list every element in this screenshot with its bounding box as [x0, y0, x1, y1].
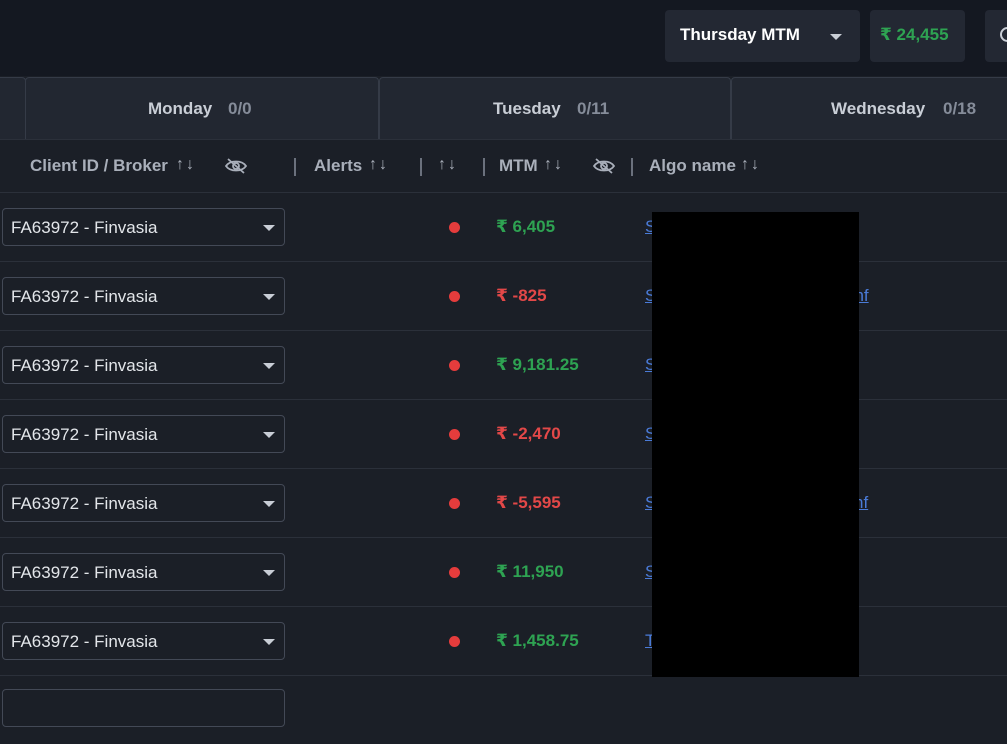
column-header-client[interactable]: Client ID / Broker: [30, 156, 168, 176]
tab-day-label: Monday: [148, 99, 213, 118]
mtm-value: ₹ 11,950: [496, 562, 564, 581]
client-broker-value: FA63972 - Finvasia: [11, 356, 158, 375]
column-header-alerts[interactable]: Alerts: [314, 156, 362, 176]
mtm-value: ₹ 6,405: [496, 217, 556, 236]
chevron-down-icon: [263, 225, 275, 231]
chevron-down-icon: [263, 501, 275, 507]
client-broker-select[interactable]: FA63972 - Finvasia: [2, 208, 285, 246]
column-separator[interactable]: [294, 158, 296, 176]
client-broker-value: FA63972 - Finvasia: [11, 218, 158, 237]
table-header: Client ID / Broker ↑↓ Alerts ↑↓ ↑↓ MTM ↑…: [0, 139, 1007, 193]
table-row-partial: [0, 675, 1007, 744]
mtm-day-select[interactable]: Thursday MTM: [665, 10, 860, 62]
mtm-value: ₹ 9,181.25: [496, 355, 579, 374]
total-mtm-badge: ₹ 24,455: [870, 10, 965, 62]
tab-count: 0/11: [577, 99, 610, 118]
sort-arrows-icon[interactable]: ↑↓: [369, 156, 389, 174]
client-broker-value: FA63972 - Finvasia: [11, 287, 158, 306]
client-broker-select[interactable]: FA63972 - Finvasia: [2, 622, 285, 660]
day-tabs: Monday 0/0 Tuesday 0/11 Wednesday 0/18: [0, 77, 1007, 139]
sort-arrows-icon[interactable]: ↑↓: [176, 156, 196, 174]
client-broker-value: FA63972 - Finvasia: [11, 632, 158, 651]
alert-dot-icon[interactable]: [449, 636, 460, 647]
mtm-value: ₹ -2,470: [496, 424, 561, 443]
column-separator[interactable]: [420, 158, 422, 176]
mtm-value: ₹ -5,595: [496, 493, 561, 512]
sort-arrows-icon[interactable]: ↑↓: [438, 156, 458, 174]
mtm-value: ₹ -825: [496, 286, 547, 305]
tab-day-label: Wednesday: [831, 99, 926, 118]
column-separator[interactable]: [631, 158, 633, 176]
alert-dot-icon[interactable]: [449, 498, 460, 509]
chevron-down-icon: [263, 294, 275, 300]
client-broker-select[interactable]: [2, 689, 285, 727]
tab-monday[interactable]: Monday 0/0: [25, 77, 379, 139]
tab-count: 0/0: [228, 99, 252, 118]
client-broker-select[interactable]: FA63972 - Finvasia: [2, 277, 285, 315]
chevron-down-icon: [830, 34, 842, 40]
mtm-value: ₹ 1,458.75: [496, 631, 579, 650]
column-header-algo[interactable]: Algo name: [649, 156, 736, 176]
top-bar: Thursday MTM ₹ 24,455: [0, 0, 1007, 76]
total-mtm-value: ₹ 24,455: [880, 25, 949, 44]
tab-wednesday[interactable]: Wednesday 0/18: [731, 77, 1007, 139]
column-header-mtm[interactable]: MTM: [499, 156, 538, 176]
alert-dot-icon[interactable]: [449, 360, 460, 371]
redaction-block: [652, 212, 859, 677]
alert-dot-icon[interactable]: [449, 567, 460, 578]
eye-off-icon[interactable]: [225, 158, 247, 174]
sort-arrows-icon[interactable]: ↑↓: [741, 156, 761, 174]
client-broker-select[interactable]: FA63972 - Finvasia: [2, 484, 285, 522]
chevron-down-icon: [263, 639, 275, 645]
eye-off-icon[interactable]: [593, 158, 615, 174]
chevron-down-icon: [263, 363, 275, 369]
alert-dot-icon[interactable]: [449, 429, 460, 440]
sort-arrows-icon[interactable]: ↑↓: [544, 156, 564, 174]
tab-count: 0/18: [943, 99, 977, 118]
column-separator[interactable]: [483, 158, 485, 176]
alert-dot-icon[interactable]: [449, 291, 460, 302]
client-broker-select[interactable]: FA63972 - Finvasia: [2, 346, 285, 384]
search-button[interactable]: [985, 10, 1007, 62]
tab-day-label: Tuesday: [493, 99, 561, 118]
client-broker-select[interactable]: FA63972 - Finvasia: [2, 553, 285, 591]
alert-dot-icon[interactable]: [449, 222, 460, 233]
tab-tuesday[interactable]: Tuesday 0/11: [379, 77, 731, 139]
client-broker-value: FA63972 - Finvasia: [11, 494, 158, 513]
client-broker-value: FA63972 - Finvasia: [11, 563, 158, 582]
mtm-select-label: Thursday MTM: [680, 25, 800, 44]
client-broker-value: FA63972 - Finvasia: [11, 425, 158, 444]
client-broker-select[interactable]: FA63972 - Finvasia: [2, 415, 285, 453]
chevron-down-icon: [263, 432, 275, 438]
tab-previous[interactable]: [0, 77, 26, 139]
search-icon: [1000, 27, 1007, 42]
chevron-down-icon: [263, 570, 275, 576]
